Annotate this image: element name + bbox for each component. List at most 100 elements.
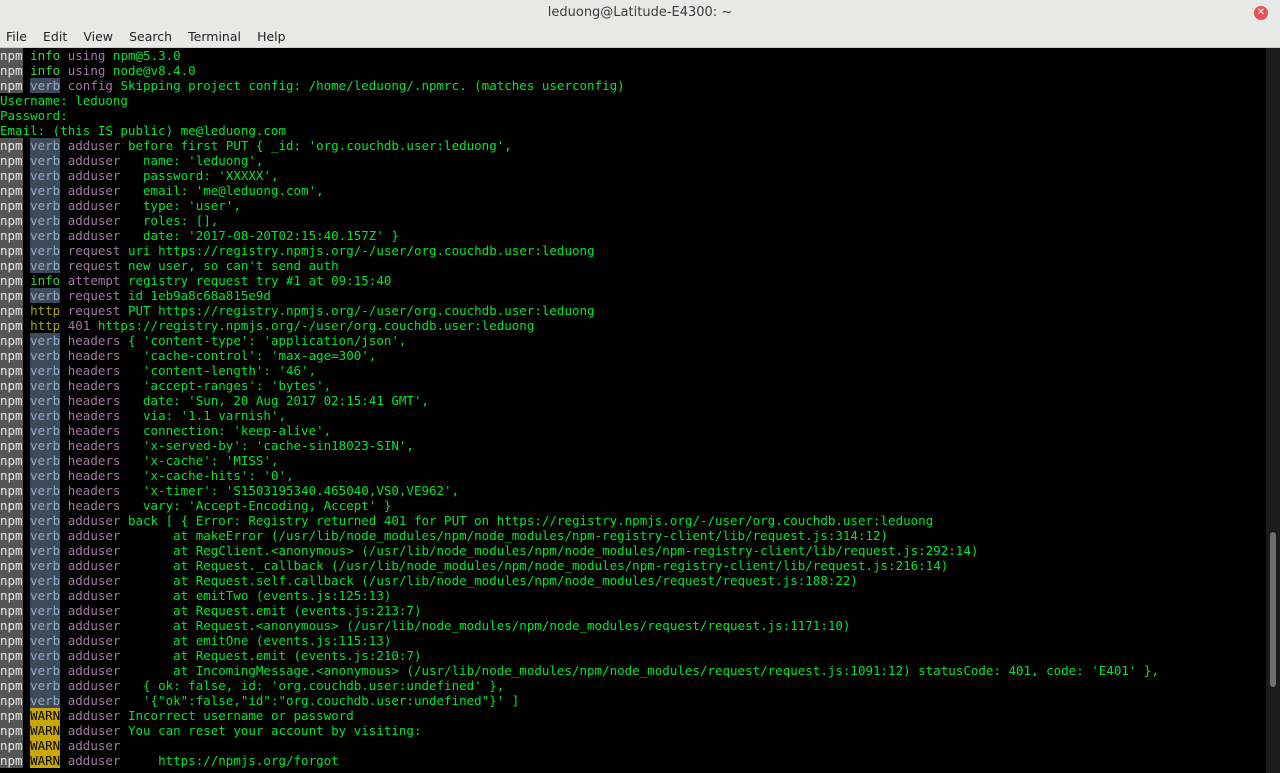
log-prefix: adduser	[67, 198, 121, 213]
log-message: 'x-cache-hits': '0',	[127, 468, 294, 483]
log-level-badge: verb	[30, 483, 61, 498]
log-prefix: adduser	[67, 513, 121, 528]
log-level-badge: verb	[30, 423, 61, 438]
log-message: uri https://registry.npmjs.org/-/user/or…	[127, 243, 595, 258]
terminal-line: npm verb headers { 'content-type': 'appl…	[0, 333, 1266, 348]
terminal-line: npm verb adduser at emitTwo (events.js:1…	[0, 588, 1266, 603]
npm-tag: npm	[0, 243, 23, 258]
log-message: node@v8.4.0	[112, 63, 196, 78]
log-message: at Request.emit (events.js:210:7)	[127, 648, 422, 663]
log-message: https://registry.npmjs.org/-/user/org.co…	[97, 318, 535, 333]
log-level-badge: verb	[30, 228, 61, 243]
log-message: at emitOne (events.js:115:13)	[127, 633, 392, 648]
log-message: date: 'Sun, 20 Aug 2017 02:15:41 GMT',	[127, 393, 429, 408]
log-message: at IncomingMessage.<anonymous> (/usr/lib…	[127, 663, 1159, 678]
log-message: PUT https://registry.npmjs.org/-/user/or…	[127, 303, 595, 318]
log-message: Incorrect username or password	[127, 708, 354, 723]
log-message: at RegClient.<anonymous> (/usr/lib/node_…	[127, 543, 979, 558]
log-message: roles: [],	[127, 213, 219, 228]
npm-tag: npm	[0, 153, 23, 168]
menu-edit[interactable]: Edit	[38, 26, 72, 47]
log-message: 'cache-control': 'max-age=300',	[127, 348, 377, 363]
log-level-badge: verb	[30, 468, 61, 483]
npm-tag: npm	[0, 228, 23, 243]
log-level-badge: verb	[30, 453, 61, 468]
log-prefix: using	[67, 48, 106, 63]
terminal-line: npm verb adduser at makeError (/usr/lib/…	[0, 528, 1266, 543]
terminal-line: npm verb headers 'cache-control': 'max-a…	[0, 348, 1266, 363]
log-prefix: headers	[67, 483, 121, 498]
terminal-line: npm verb adduser at IncomingMessage.<ano…	[0, 663, 1266, 678]
log-prefix: headers	[67, 348, 121, 363]
npm-tag: npm	[0, 138, 23, 153]
npm-tag: npm	[0, 318, 23, 333]
close-button[interactable]: ✕	[1254, 6, 1268, 20]
menu-terminal[interactable]: Terminal	[183, 26, 246, 47]
npm-tag: npm	[0, 198, 23, 213]
log-message: email: 'me@leduong.com',	[127, 183, 324, 198]
log-prefix: adduser	[67, 678, 121, 693]
npm-tag: npm	[0, 438, 23, 453]
log-prefix: headers	[67, 438, 121, 453]
log-prefix: adduser	[67, 228, 121, 243]
log-message: { 'content-type': 'application/json',	[127, 333, 407, 348]
terminal-line: npm info using npm@5.3.0	[0, 48, 1266, 63]
npm-tag: npm	[0, 513, 23, 528]
terminal-line: npm http request PUT https://registry.np…	[0, 303, 1266, 318]
log-message: at Request.self.callback (/usr/lib/node_…	[127, 573, 858, 588]
terminal-line: npm verb adduser at Request.self.callbac…	[0, 573, 1266, 588]
terminal-line: npm verb request id 1eb9a8c68a815e9d	[0, 288, 1266, 303]
output-text: Username: leduong	[0, 93, 128, 108]
log-level-badge: verb	[30, 693, 61, 708]
terminal-line: npm verb adduser type: 'user',	[0, 198, 1266, 213]
log-prefix: adduser	[67, 663, 121, 678]
log-level-badge: info	[30, 63, 61, 78]
log-prefix: adduser	[67, 723, 121, 738]
log-prefix: adduser	[67, 738, 121, 753]
npm-tag: npm	[0, 648, 23, 663]
log-level-badge: verb	[30, 363, 61, 378]
log-level-badge: verb	[30, 663, 61, 678]
npm-tag: npm	[0, 558, 23, 573]
log-message: at Request.emit (events.js:213:7)	[127, 603, 422, 618]
scrollbar-thumb[interactable]	[1270, 532, 1276, 687]
menu-bar: File Edit View Search Terminal Help	[0, 26, 1280, 48]
log-message: new user, so can't send auth	[127, 258, 339, 273]
npm-tag: npm	[0, 678, 23, 693]
npm-tag: npm	[0, 378, 23, 393]
terminal-output[interactable]: npm info using npm@5.3.0 npm info using n…	[0, 48, 1266, 773]
terminal-line: npm verb adduser at RegClient.<anonymous…	[0, 543, 1266, 558]
terminal-line: npm verb headers 'x-served-by': 'cache-s…	[0, 438, 1266, 453]
menu-search[interactable]: Search	[124, 26, 177, 47]
npm-tag: npm	[0, 213, 23, 228]
npm-tag: npm	[0, 258, 23, 273]
npm-tag: npm	[0, 393, 23, 408]
menu-file[interactable]: File	[1, 26, 32, 47]
terminal-line: npm verb adduser { ok: false, id: 'org.c…	[0, 678, 1266, 693]
terminal-line: npm WARN adduser	[0, 738, 1266, 753]
output-text: Password:	[0, 108, 68, 123]
npm-tag: npm	[0, 753, 23, 768]
log-message: registry request try #1 at 09:15:40	[127, 273, 392, 288]
menu-help[interactable]: Help	[252, 26, 291, 47]
vertical-scrollbar[interactable]	[1266, 48, 1280, 773]
terminal-line: Email: (this IS public) me@leduong.com	[0, 123, 1266, 138]
log-prefix: headers	[67, 423, 121, 438]
log-level-badge: verb	[30, 528, 61, 543]
menu-view[interactable]: View	[78, 26, 118, 47]
npm-tag: npm	[0, 588, 23, 603]
log-prefix: adduser	[67, 603, 121, 618]
log-message: 'accept-ranges': 'bytes',	[127, 378, 332, 393]
terminal-line: npm verb headers 'x-cache-hits': '0',	[0, 468, 1266, 483]
npm-tag: npm	[0, 723, 23, 738]
log-level-badge: verb	[30, 168, 61, 183]
log-level-badge: verb	[30, 603, 61, 618]
npm-tag: npm	[0, 183, 23, 198]
log-message: id 1eb9a8c68a815e9d	[127, 288, 271, 303]
log-level-badge: verb	[30, 633, 61, 648]
log-message: { ok: false, id: 'org.couchdb.user:undef…	[127, 678, 505, 693]
npm-tag: npm	[0, 528, 23, 543]
npm-tag: npm	[0, 453, 23, 468]
terminal-line: npm verb adduser at Request.<anonymous> …	[0, 618, 1266, 633]
log-prefix: adduser	[67, 588, 121, 603]
